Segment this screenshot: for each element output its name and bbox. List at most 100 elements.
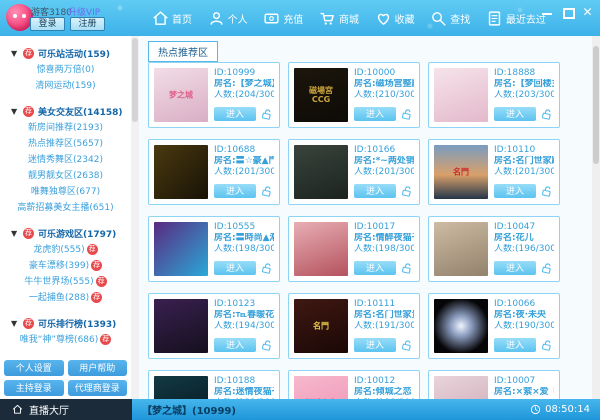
room-card[interactable]: 磁場宮 CCGID:10000房名:磁场宫整殿人数:(210/300)进入 (288, 62, 420, 128)
category-item[interactable]: 靓男靓女区(2638) (0, 168, 131, 184)
login-button[interactable]: 登录 (30, 17, 65, 31)
room-id: ID:18888 (494, 68, 554, 79)
room-thumbnail: 磁場宮 CCG (294, 68, 348, 122)
enter-room-button[interactable]: 进入 (214, 107, 256, 121)
current-room-label[interactable]: 【梦之城】(10999) (142, 402, 236, 417)
category-item[interactable]: 豪车漂移(399)荐 (0, 258, 131, 274)
tab-hot-recommended[interactable]: 热点推荐区 (148, 41, 218, 62)
nav-item-search[interactable]: 查找 (430, 10, 470, 27)
category-item[interactable]: 清网运动(159) (0, 78, 131, 94)
category-item-label: 唯舞独尊区(677) (31, 187, 100, 197)
category-item-label: 牛牛世界场(555) (24, 277, 93, 287)
enter-room-button[interactable]: 进入 (494, 184, 536, 198)
room-info: ID:10111房名:名门世家贵族吧人数:(191/300)进入 (354, 299, 414, 353)
category-item-label: 热点推荐区(5657) (28, 139, 103, 149)
app-logo-icon (6, 4, 33, 31)
room-card[interactable]: 名門ID:10110房名:名门世家蹦舞吧人数:(201/300)进入 (428, 139, 560, 205)
room-id: ID:10017 (354, 222, 414, 233)
category-group-header[interactable]: ▼荐可乐游戏区(1797) (0, 225, 131, 242)
nav-item-recharge[interactable]: 充值 (263, 10, 303, 27)
category-item[interactable]: 迷情秀舞区(2342) (0, 152, 131, 168)
room-card[interactable]: ID:10688房名:〓☆豪▲門☆〓人数:(201/300)进入 (148, 139, 280, 205)
room-card[interactable]: ID:10188房名:迷情夜猫子人数:(189/300)进入 (148, 370, 280, 399)
room-card[interactable]: ID:10047房名:花儿人数:(196/300)进入 (428, 216, 560, 282)
room-info: ID:10007房名:×萦×爱『大明星』进入 (494, 376, 554, 399)
category-item[interactable]: 热点推荐区(5657) (0, 136, 131, 152)
nav-item-personal[interactable]: 个人 (208, 10, 248, 27)
category-item[interactable]: 牛牛世界场(555)荐 (0, 274, 131, 290)
room-count: 人数:(201/300) (214, 167, 274, 178)
host-login-button[interactable]: 主持登录 (4, 380, 64, 396)
enter-room-button[interactable]: 进入 (214, 184, 256, 198)
room-id: ID:10123 (214, 299, 274, 310)
category-group-header[interactable]: ▼荐可乐排行榜(1393) (0, 315, 131, 332)
category-item[interactable]: 唯我“神”尊榜(686)荐 (0, 332, 131, 348)
category-group: ▼荐可乐站活动(159)惊喜两万倍(0) 清网运动(159) (0, 45, 131, 94)
category-item[interactable]: 一起捕鱼(288)荐 (0, 290, 131, 306)
enter-room-button[interactable]: 进入 (354, 107, 396, 121)
room-card[interactable]: ID:10123房名:℡春暖花开ˇ人数:(194/300)进入 (148, 293, 280, 359)
room-actions: 进入 (494, 338, 554, 352)
enter-room-button[interactable]: 进入 (354, 184, 396, 198)
top-bar: 游客3180 升级VIP 登录 注册 首页个人充值商城收藏查找最近去过 ✕ (0, 0, 600, 36)
room-actions: 进入 (494, 184, 554, 198)
chevron-down-icon: ▼ (11, 107, 19, 116)
room-thumbnail-text: 梦之城 (154, 91, 208, 100)
room-card[interactable]: ID:10555房名:〓時尚▲潮流〓人数:(198/300)进入 (148, 216, 280, 282)
maximize-button[interactable] (561, 6, 574, 18)
enter-room-button[interactable]: 进入 (354, 261, 396, 275)
room-count: 人数:(201/300) (494, 167, 554, 178)
room-card[interactable]: ID:10007房名:×萦×爱『大明星』进入 (428, 370, 560, 399)
room-thumbnail (434, 376, 488, 399)
enter-room-button[interactable]: 进入 (494, 107, 536, 121)
register-button[interactable]: 注册 (70, 17, 105, 31)
enter-room-button[interactable]: 进入 (494, 338, 536, 352)
category-item[interactable]: 唯舞独尊区(677) (0, 184, 131, 200)
nav-item-mall[interactable]: 商城 (319, 10, 359, 27)
nav-item-label: 收藏 (395, 11, 415, 26)
room-card[interactable]: 倾城之恋ID:10012房名:倾城之恋人数:(188/300)进入 (288, 370, 420, 399)
personal-settings-button[interactable]: 个人设置 (4, 360, 64, 376)
category-group-label: 可乐游戏区(1797) (38, 227, 116, 240)
sidebar-scrollbar[interactable] (131, 36, 139, 399)
minimize-button[interactable] (541, 6, 554, 18)
room-card[interactable]: ID:18888房名:【梦回楼兰】人数:(203/300)进入 (428, 62, 560, 128)
user-help-button[interactable]: 用户帮助 (68, 360, 128, 376)
room-card[interactable]: ID:10166房名:*~两处销魂~*人数:(201/300)进入 (288, 139, 420, 205)
nav-item-favorites[interactable]: 收藏 (375, 10, 415, 27)
main-nav: 首页个人充值商城 收藏查找最近去过 (152, 0, 546, 36)
category-item[interactable]: 高薪招募美女主播(651) (0, 200, 131, 216)
category-group-header[interactable]: ▼荐美女交友区(14158) (0, 103, 131, 120)
enter-room-button[interactable]: 进入 (354, 338, 396, 352)
main-scrollbar[interactable] (592, 36, 600, 399)
lock-open-icon (541, 339, 554, 352)
close-button[interactable]: ✕ (581, 6, 594, 18)
category-group-header[interactable]: ▼荐可乐站活动(159) (0, 45, 131, 62)
room-count: 人数:(204/300) (214, 90, 274, 101)
room-card[interactable]: ID:10066房名:夜·未央人数:(190/300)进入 (428, 293, 560, 359)
category-item[interactable]: 惊喜两万倍(0) (0, 62, 131, 78)
category-item[interactable]: 龙虎豹(555)荐 (0, 242, 131, 258)
category-item[interactable]: 新房间推荐(2193) (0, 120, 131, 136)
lock-open-icon (541, 108, 554, 121)
room-thumbnail: 名門 (434, 145, 488, 199)
nav-item-home[interactable]: 首页 (152, 10, 192, 27)
agent-login-button[interactable]: 代理商登录 (68, 380, 128, 396)
category-item-label: 清网运动(159) (35, 81, 95, 91)
enter-room-button[interactable]: 进入 (494, 261, 536, 275)
room-name: 房名:情醉夜猫子 (354, 233, 414, 244)
room-info: ID:10012房名:倾城之恋人数:(188/300)进入 (354, 376, 414, 399)
nav-item-recent[interactable]: 最近去过 (486, 10, 546, 27)
room-name: 房名:磁场宫整殿 (354, 79, 414, 90)
live-hall-tab[interactable]: 直播大厅 (0, 399, 132, 420)
enter-room-button[interactable]: 进入 (214, 261, 256, 275)
sidebar-scrollbar-thumb[interactable] (132, 38, 138, 122)
room-id: ID:10688 (214, 145, 274, 156)
room-card[interactable]: ID:10017房名:情醉夜猫子人数:(198/300)进入 (288, 216, 420, 282)
room-card[interactable]: 梦之城ID:10999房名:【梦之城】人数:(204/300)进入 (148, 62, 280, 128)
main-scrollbar-thumb[interactable] (593, 46, 599, 164)
room-card[interactable]: 名門ID:10111房名:名门世家贵族吧人数:(191/300)进入 (288, 293, 420, 359)
enter-room-button[interactable]: 进入 (214, 338, 256, 352)
category-item-label: 豪车漂移(399) (29, 261, 89, 271)
category-group-label: 可乐排行榜(1393) (38, 317, 116, 330)
